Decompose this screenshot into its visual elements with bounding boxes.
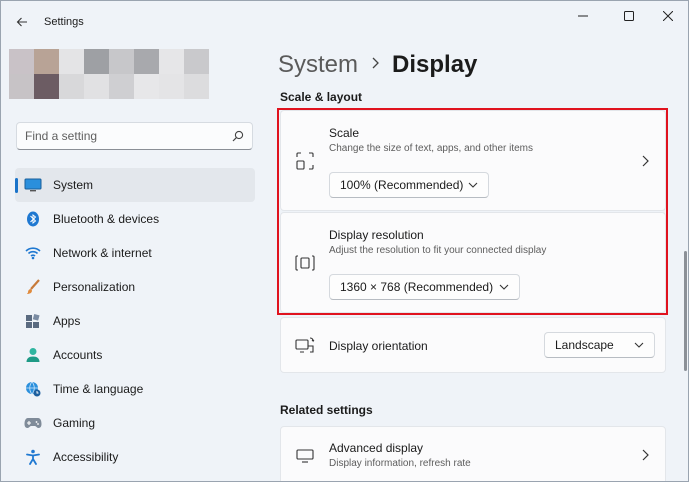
sidebar-item-bluetooth[interactable]: Bluetooth & devices <box>15 202 255 236</box>
sidebar-item-label: System <box>53 178 94 192</box>
scale-description: Change the size of text, apps, and other… <box>329 143 534 154</box>
sidebar-item-label: Time & language <box>53 382 144 396</box>
breadcrumb-parent[interactable]: System <box>278 51 358 79</box>
section-title-related-settings: Related settings <box>280 403 373 417</box>
advanced-display-description: Display information, refresh rate <box>329 458 471 469</box>
minimize-button[interactable] <box>561 1 605 31</box>
display-orientation-card: Display orientation Landscape <box>280 317 666 373</box>
orientation-dropdown-value: Landscape <box>555 338 614 352</box>
accessibility-icon <box>23 447 43 467</box>
display-resolution-card: Display resolution Adjust the resolution… <box>280 212 666 313</box>
account-avatar[interactable] <box>9 49 229 101</box>
resolution-icon <box>295 253 315 273</box>
wifi-icon <box>23 243 43 263</box>
search-box[interactable] <box>16 122 253 150</box>
title-bar: Settings <box>1 1 688 43</box>
advanced-display-card[interactable]: Advanced display Display information, re… <box>280 426 666 481</box>
sidebar-item-label: Accessibility <box>53 450 119 464</box>
chevron-right-icon <box>370 56 380 74</box>
sidebar-item-network[interactable]: Network & internet <box>15 236 255 270</box>
sidebar-item-label: Network & internet <box>53 246 152 260</box>
globe-clock-icon <box>23 379 43 399</box>
sidebar-item-accounts[interactable]: Accounts <box>15 338 255 372</box>
resolution-dropdown-value: 1360 × 768 (Recommended) <box>340 280 494 294</box>
sidebar-item-system[interactable]: System <box>15 168 255 202</box>
sidebar-item-label: Gaming <box>53 416 96 430</box>
close-icon <box>663 11 673 21</box>
settings-window: Settings Find a setting System Bluetooth… <box>0 0 689 482</box>
app-title: Settings <box>44 16 84 28</box>
orientation-icon <box>295 336 315 356</box>
scale-card[interactable]: Scale Change the size of text, apps, and… <box>280 110 666 211</box>
sidebar-item-gaming[interactable]: Gaming <box>15 406 255 440</box>
sidebar-item-personalization[interactable]: Personalization <box>15 270 255 304</box>
resolution-title: Display resolution <box>329 228 424 242</box>
maximize-button[interactable] <box>607 1 651 31</box>
bluetooth-icon <box>23 209 43 229</box>
apps-icon <box>23 311 43 331</box>
sidebar-item-apps[interactable]: Apps <box>15 304 255 338</box>
back-arrow-icon <box>16 17 27 27</box>
chevron-down-icon <box>499 284 509 290</box>
sidebar-item-label: Apps <box>53 314 81 328</box>
resolution-dropdown[interactable]: 1360 × 768 (Recommended) <box>329 274 520 300</box>
advanced-display-title: Advanced display <box>329 441 424 455</box>
scale-dropdown[interactable]: 100% (Recommended) <box>329 172 489 198</box>
scrollbar-thumb[interactable] <box>684 251 687 371</box>
brush-icon <box>23 277 43 297</box>
sidebar-item-time-language[interactable]: Time & language <box>15 372 255 406</box>
chevron-right-icon <box>639 449 651 461</box>
sidebar-nav: System Bluetooth & devices Network & int… <box>15 168 255 474</box>
sidebar-item-label: Bluetooth & devices <box>53 212 160 226</box>
minimize-icon <box>578 15 588 17</box>
chevron-right-icon <box>639 155 651 167</box>
sidebar-item-accessibility[interactable]: Accessibility <box>15 440 255 474</box>
resolution-description: Adjust the resolution to fit your connec… <box>329 245 547 256</box>
back-button[interactable] <box>9 9 35 35</box>
orientation-dropdown[interactable]: Landscape <box>544 332 655 358</box>
gamepad-icon <box>23 413 43 433</box>
sidebar-item-label: Accounts <box>53 348 103 362</box>
chevron-down-icon <box>634 342 644 348</box>
breadcrumb: System Display <box>278 51 477 79</box>
scale-title: Scale <box>329 126 360 140</box>
person-icon <box>23 345 43 365</box>
section-title-scale-layout: Scale & layout <box>280 90 363 104</box>
search-input[interactable] <box>25 129 232 143</box>
monitor-icon <box>23 175 43 195</box>
scale-icon <box>295 151 315 171</box>
page-title: Display <box>392 51 478 78</box>
sidebar-item-label: Personalization <box>53 280 136 294</box>
chevron-down-icon <box>468 182 478 188</box>
close-button[interactable] <box>646 1 688 31</box>
scale-dropdown-value: 100% (Recommended) <box>340 178 464 192</box>
orientation-title: Display orientation <box>329 339 428 353</box>
search-icon[interactable] <box>232 130 244 142</box>
maximize-icon <box>624 11 634 21</box>
monitor-outline-icon <box>295 446 315 466</box>
